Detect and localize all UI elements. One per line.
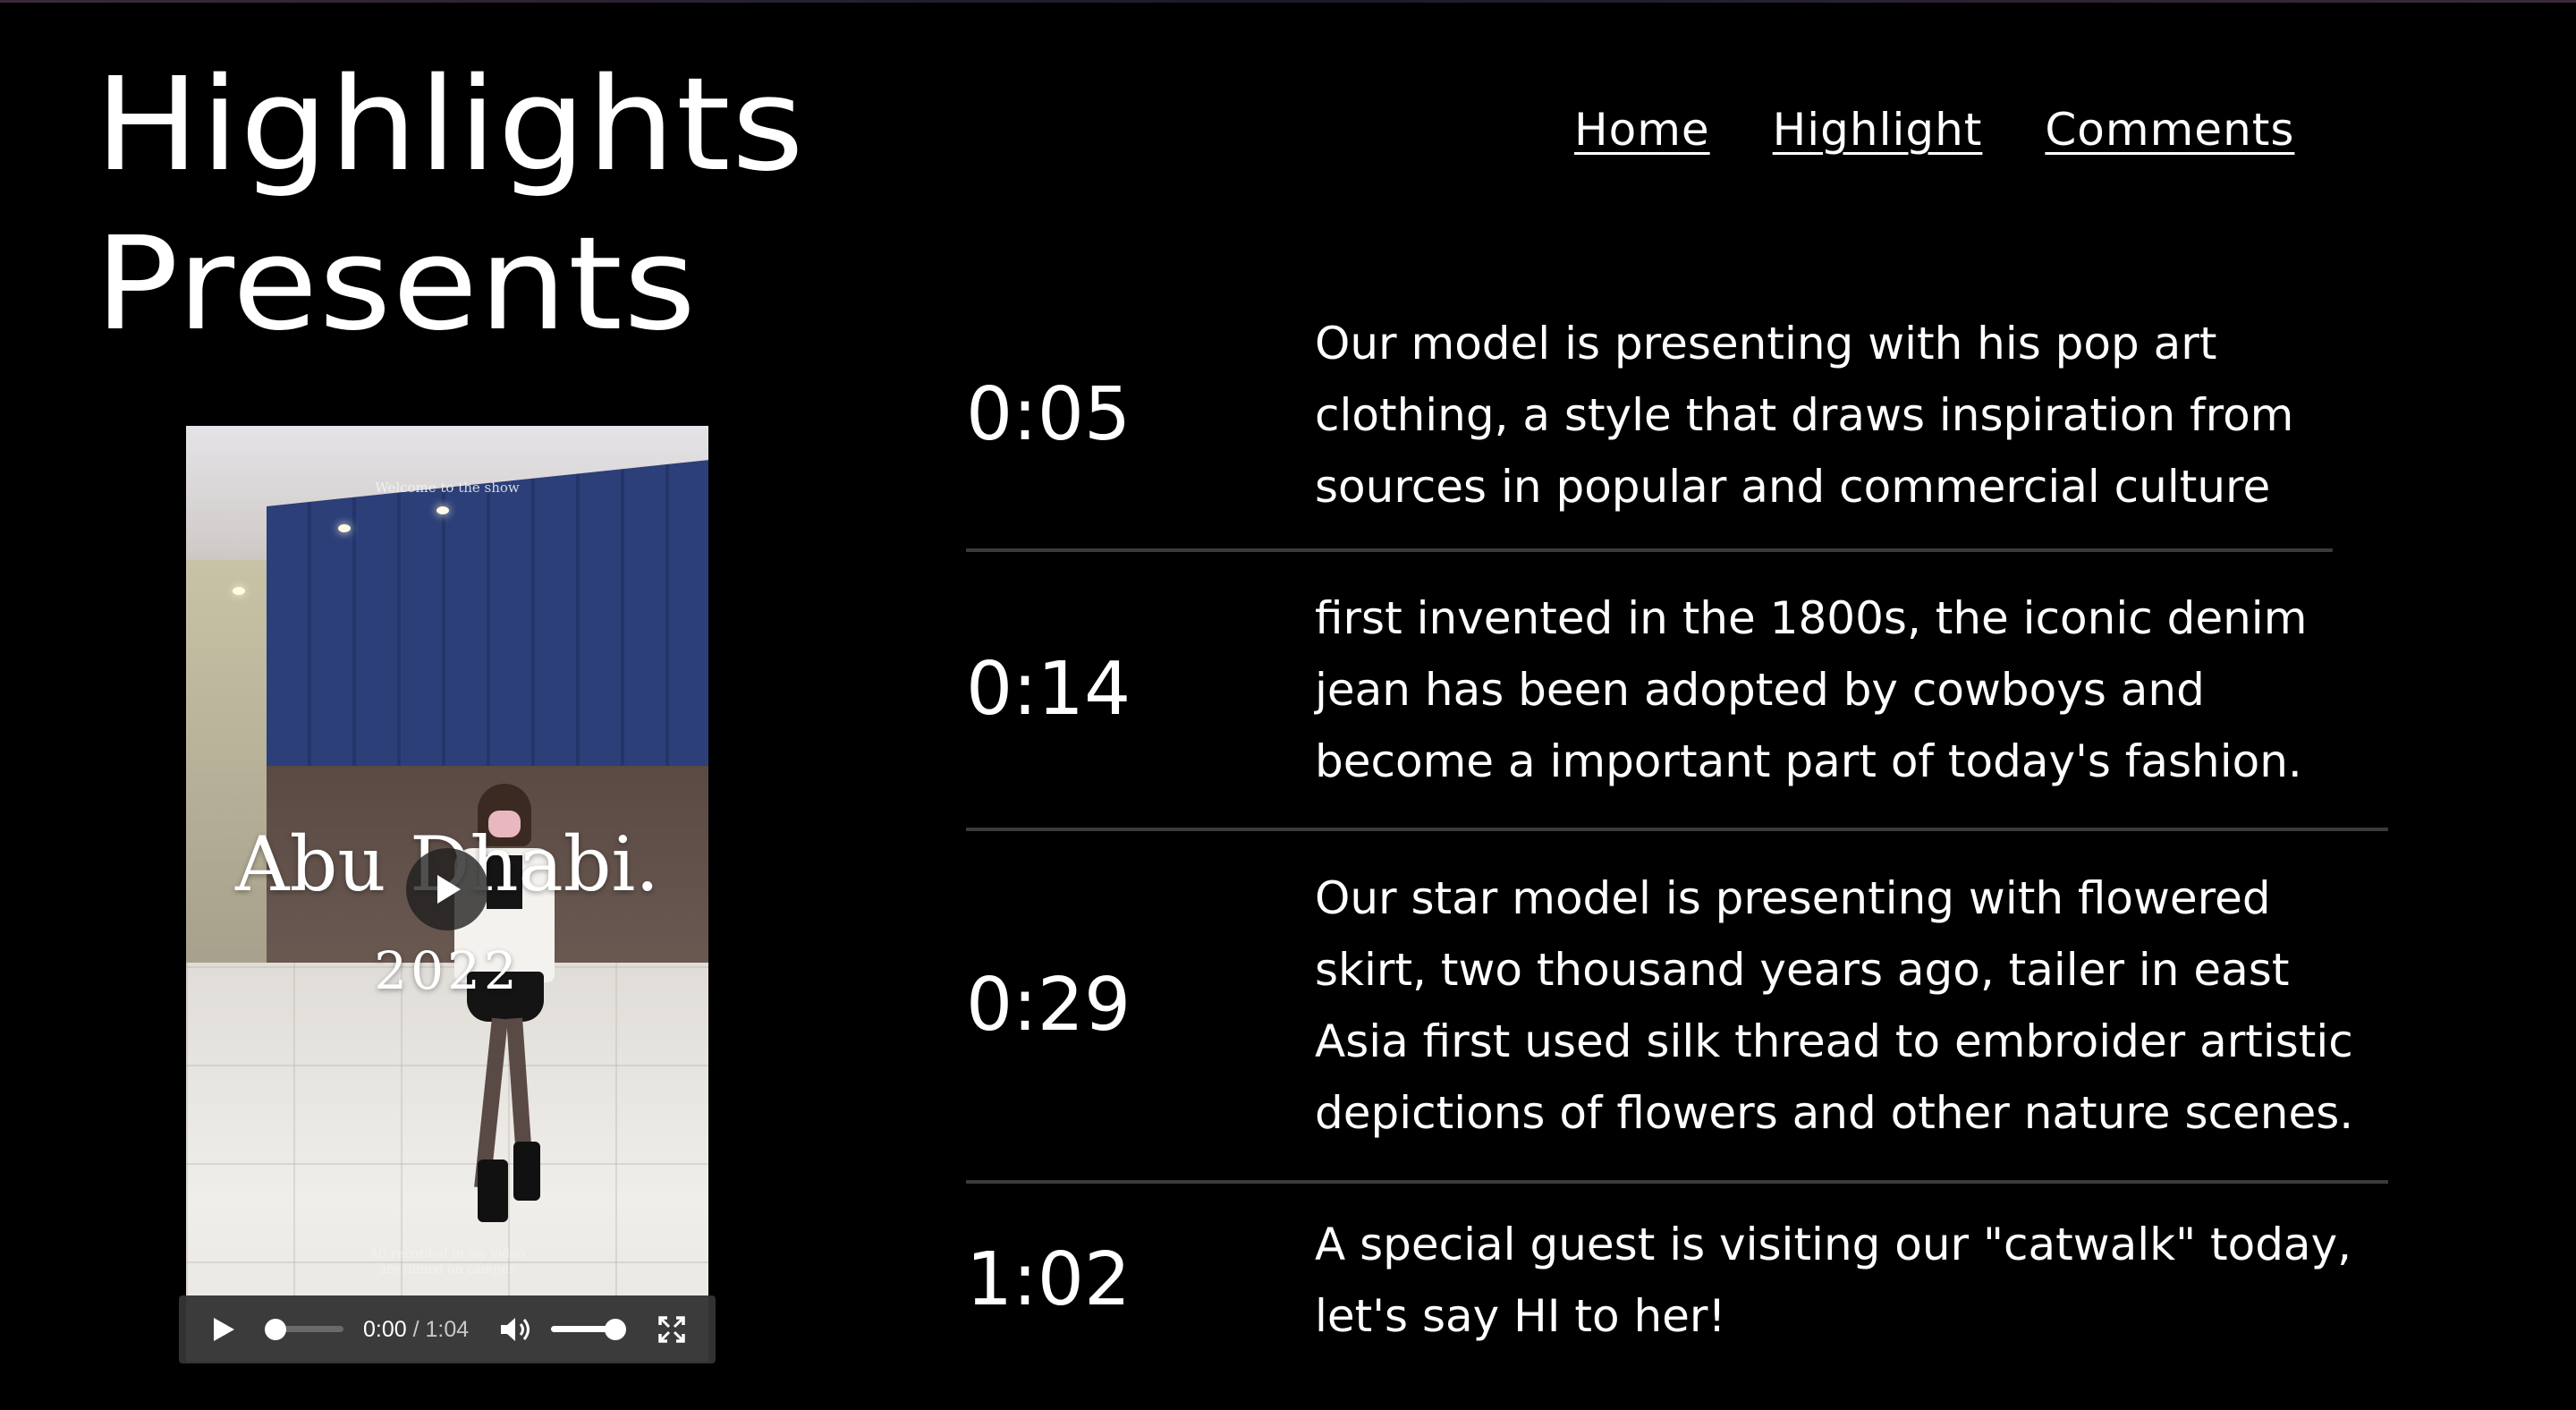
ceiling-light [338,524,351,532]
play-button[interactable] [209,1315,238,1344]
video-controls: 0:00 / 1:04 [179,1295,716,1363]
highlight-description: A special guest is visiting our "catwalk… [1315,1219,2352,1342]
ceiling-light [233,587,245,595]
nav-link-highlight[interactable]: Highlight [1773,100,1983,159]
mute-button[interactable] [499,1315,535,1344]
highlight-timestamp[interactable]: 0:05 [966,370,1131,460]
progress-slider[interactable] [265,1319,343,1340]
progress-thumb[interactable] [265,1319,286,1340]
volume-thumb[interactable] [605,1319,626,1340]
time-display: 0:00 / 1:04 [363,1313,469,1346]
top-accent-line [0,0,2576,3]
main-nav: Home Highlight Comments [1574,100,2294,159]
fullscreen-icon [658,1316,685,1343]
highlight-timestamp[interactable]: 0:29 [966,961,1131,1050]
video-player[interactable]: Welcome to the show Abu Dhabi. 2022 All … [186,426,708,1362]
site-title: Highlights Presents [95,45,805,363]
video-overlay-welcome: Welcome to the show [375,480,520,496]
play-icon [214,1318,234,1341]
nav-link-comments[interactable]: Comments [2045,100,2294,159]
highlight-row: 0:29 Our star model is presenting with f… [966,831,2388,1184]
highlight-row: 0:05 Our model is presenting with his po… [966,282,2333,552]
highlight-description: Our star model is presenting with flower… [1315,872,2354,1139]
highlight-row: 0:14 first invented in the 1800s, the ic… [966,552,2388,831]
video-overlay-footer: All recorded in my video are filmed on c… [186,1247,708,1278]
page: Highlights Presents Home Highlight Comme… [0,0,2576,1410]
duration: 1:04 [425,1317,470,1342]
ceiling-light [436,506,449,514]
video-overlay-year: 2022 [374,940,521,1001]
big-play-button[interactable] [406,848,488,930]
current-time: 0:00 [363,1317,407,1342]
nav-link-home[interactable]: Home [1574,100,1710,159]
highlight-timestamp[interactable]: 1:02 [966,1236,1131,1325]
volume-icon [501,1318,530,1341]
video-overlay-footer-line-1: All recorded in my video [369,1247,525,1261]
highlight-description: Our model is presenting with his pop art… [1315,318,2294,513]
video-overlay-footer-line-2: are filmed on campus [378,1262,516,1277]
fullscreen-button[interactable] [658,1316,685,1343]
highlight-row: 1:02 A special guest is visiting our "ca… [966,1184,2388,1377]
site-title-line-2: Presents [95,208,698,359]
highlight-description: first invented in the 1800s, the iconic … [1315,592,2308,787]
site-title-line-1: Highlights [95,49,805,200]
highlights-list: 0:05 Our model is presenting with his po… [966,282,2388,1377]
time-separator: / [406,1317,426,1342]
volume-slider[interactable] [551,1319,626,1340]
play-icon [437,875,461,904]
highlight-timestamp[interactable]: 0:14 [966,645,1131,735]
